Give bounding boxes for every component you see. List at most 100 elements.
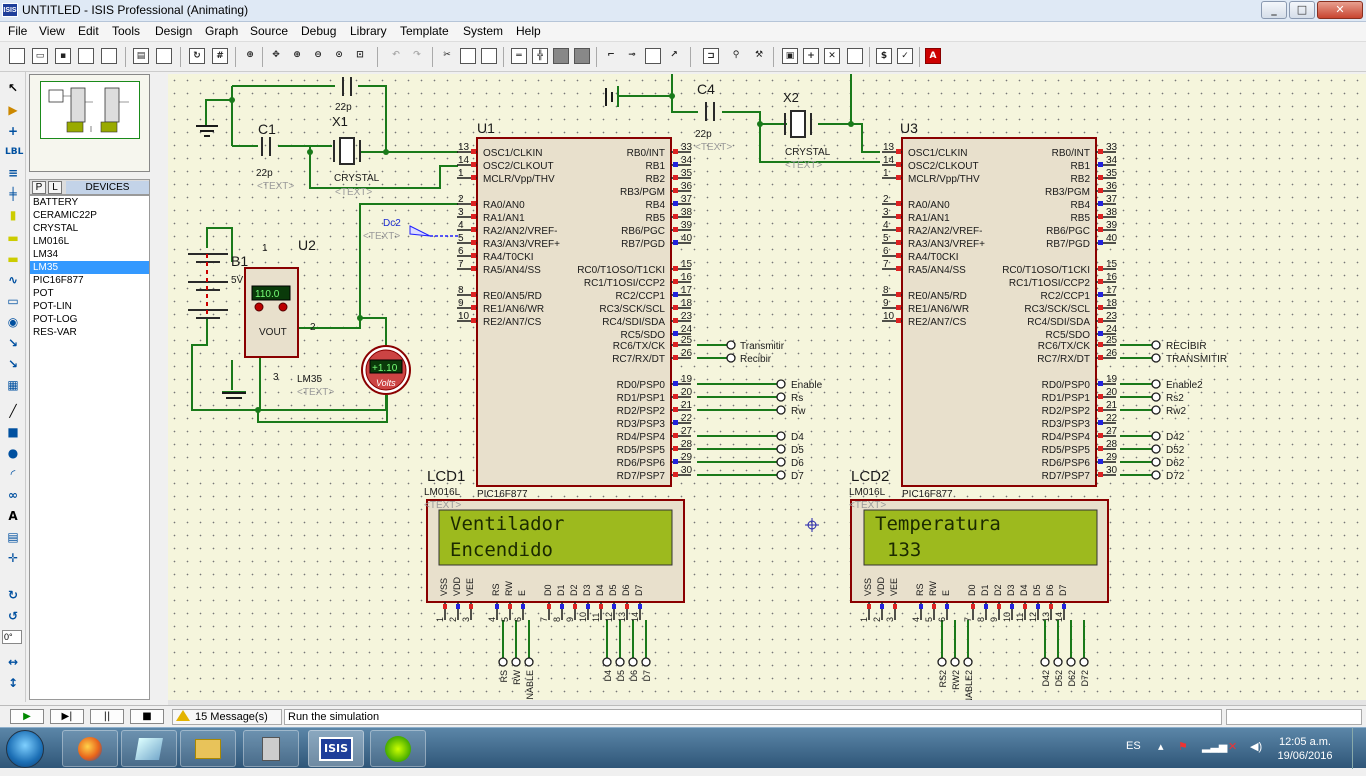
- rotate-clockwise-icon[interactable]: ↻: [5, 587, 21, 603]
- list-item[interactable]: LM016L: [30, 235, 149, 248]
- subcircuit-icon[interactable]: ▮: [5, 207, 21, 223]
- menu-design[interactable]: Design: [155, 24, 192, 38]
- list-item[interactable]: BATTERY: [30, 196, 149, 209]
- text-tool-icon[interactable]: A: [5, 508, 21, 524]
- menu-help[interactable]: Help: [516, 24, 541, 38]
- maximize-button[interactable]: □: [1289, 1, 1315, 19]
- list-item[interactable]: POT-LOG: [30, 313, 149, 326]
- network-icon[interactable]: ▂▃▅: [1202, 740, 1227, 753]
- block-copy-icon[interactable]: ═: [511, 48, 527, 64]
- device-pins-icon[interactable]: ▬: [5, 251, 21, 267]
- menu-graph[interactable]: Graph: [205, 24, 238, 38]
- wire-label-icon[interactable]: LBL: [5, 144, 23, 160]
- new-file-icon[interactable]: [9, 48, 25, 64]
- selection-mode-icon[interactable]: ↖: [5, 80, 21, 96]
- export-icon[interactable]: [101, 48, 117, 64]
- zoom-area-icon[interactable]: ⊡: [352, 48, 368, 64]
- terminals-icon[interactable]: ▬: [5, 230, 21, 246]
- menu-source[interactable]: Source: [250, 24, 288, 38]
- list-item[interactable]: PIC16F877: [30, 274, 149, 287]
- menu-file[interactable]: File: [8, 24, 27, 38]
- origin-icon[interactable]: ⊕: [242, 48, 258, 64]
- show-desktop-button[interactable]: [1352, 728, 1366, 769]
- list-item[interactable]: RES-VAR: [30, 326, 149, 339]
- zoom-in-icon[interactable]: ⊕: [289, 48, 305, 64]
- line-tool-icon[interactable]: ╱: [5, 403, 21, 419]
- print-icon[interactable]: ▤: [133, 48, 149, 64]
- step-button[interactable]: ▶|: [50, 709, 84, 724]
- ares-netlist-icon[interactable]: A: [925, 48, 941, 64]
- pick-devices-tab[interactable]: P: [32, 181, 46, 194]
- firefox-icon[interactable]: [62, 730, 118, 767]
- start-button[interactable]: [6, 730, 44, 768]
- mirror-vertical-icon[interactable]: ↕: [5, 675, 21, 691]
- stop-button[interactable]: ■: [130, 709, 164, 724]
- list-item[interactable]: POT-LIN: [30, 300, 149, 313]
- list-item[interactable]: CERAMIC22P: [30, 209, 149, 222]
- pick-device-icon[interactable]: ⌐: [603, 48, 619, 64]
- box-tool-icon[interactable]: ■: [5, 424, 21, 440]
- grid-icon[interactable]: #: [212, 48, 228, 64]
- save-icon[interactable]: ▪: [55, 48, 71, 64]
- wire-autorouter-icon[interactable]: ⊐: [703, 48, 719, 64]
- close-button[interactable]: ✕: [1317, 1, 1363, 19]
- minimize-button[interactable]: _: [1261, 1, 1287, 19]
- copy-icon[interactable]: [460, 48, 476, 64]
- add-sheet-icon[interactable]: +: [803, 48, 819, 64]
- menu-template[interactable]: Template: [400, 24, 449, 38]
- rotate-anticlockwise-icon[interactable]: ↺: [5, 608, 21, 624]
- volume-icon[interactable]: ◀): [1250, 740, 1262, 753]
- block-delete-icon[interactable]: [574, 48, 590, 64]
- package-icon[interactable]: [645, 48, 661, 64]
- list-item[interactable]: POT: [30, 287, 149, 300]
- overview-window[interactable]: [29, 74, 150, 172]
- action-center-icon[interactable]: ⚑: [1178, 740, 1188, 753]
- new-sheet-icon[interactable]: ▣: [782, 48, 798, 64]
- ares-taskbar-icon[interactable]: [370, 730, 426, 767]
- path-tool-icon[interactable]: ∞: [5, 487, 21, 503]
- show-hidden-icons-icon[interactable]: ▴: [1158, 740, 1164, 753]
- current-probe-icon[interactable]: ↘: [5, 356, 21, 372]
- make-device-icon[interactable]: ⊸: [624, 48, 640, 64]
- system-clock[interactable]: 12:05 a.m. 19/06/2016: [1270, 735, 1340, 763]
- import-icon[interactable]: [78, 48, 94, 64]
- pan-icon[interactable]: ✥: [268, 48, 284, 64]
- redo-icon[interactable]: ↷: [409, 48, 425, 64]
- battery[interactable]: [188, 253, 228, 319]
- menu-edit[interactable]: Edit: [78, 24, 99, 38]
- search-icon[interactable]: ⚲: [728, 48, 744, 64]
- cut-icon[interactable]: ✂: [439, 48, 455, 64]
- arc-tool-icon[interactable]: ◜: [5, 466, 21, 482]
- lm35-body[interactable]: [244, 267, 299, 358]
- list-item-selected[interactable]: LM35: [30, 261, 149, 274]
- voltage-probe[interactable]: [409, 225, 431, 237]
- menu-debug[interactable]: Debug: [301, 24, 336, 38]
- play-button[interactable]: ▶: [10, 709, 44, 724]
- isis-taskbar-icon[interactable]: ISIS: [308, 730, 364, 767]
- mirror-horizontal-icon[interactable]: ↔: [5, 654, 21, 670]
- area-icon[interactable]: [156, 48, 172, 64]
- open-file-icon[interactable]: ▭: [32, 48, 48, 64]
- generator-icon[interactable]: ◉: [5, 314, 21, 330]
- alert-icon[interactable]: ✕: [1228, 740, 1237, 753]
- menu-tools[interactable]: Tools: [112, 24, 140, 38]
- menu-system[interactable]: System: [463, 24, 503, 38]
- schematic-canvas[interactable]: OSC1/CLKIN 13 OSC2/CLKOUT 14 MCLR/Vpp/THV 1 RA…: [168, 74, 1366, 700]
- library-manager-tab[interactable]: L: [48, 181, 62, 194]
- isis-app-icon[interactable]: ISIS: [2, 3, 18, 17]
- buses-icon[interactable]: ╪: [5, 186, 21, 202]
- menu-view[interactable]: View: [39, 24, 65, 38]
- remove-sheet-icon[interactable]: ✕: [824, 48, 840, 64]
- paste-icon[interactable]: [481, 48, 497, 64]
- zoom-out-icon[interactable]: ⊖: [310, 48, 326, 64]
- graph-mode-icon[interactable]: ∿: [5, 272, 21, 288]
- block-rotate-icon[interactable]: [553, 48, 569, 64]
- block-move-icon[interactable]: ╬: [532, 48, 548, 64]
- goto-sheet-icon[interactable]: [847, 48, 863, 64]
- symbol-tool-icon[interactable]: ▤: [5, 529, 21, 545]
- language-indicator[interactable]: ES: [1126, 740, 1141, 752]
- explorer-icon[interactable]: [121, 730, 177, 767]
- zoom-all-icon[interactable]: ⊙: [331, 48, 347, 64]
- virtual-instruments-icon[interactable]: ▦: [5, 377, 21, 393]
- marker-tool-icon[interactable]: ✛: [5, 550, 21, 566]
